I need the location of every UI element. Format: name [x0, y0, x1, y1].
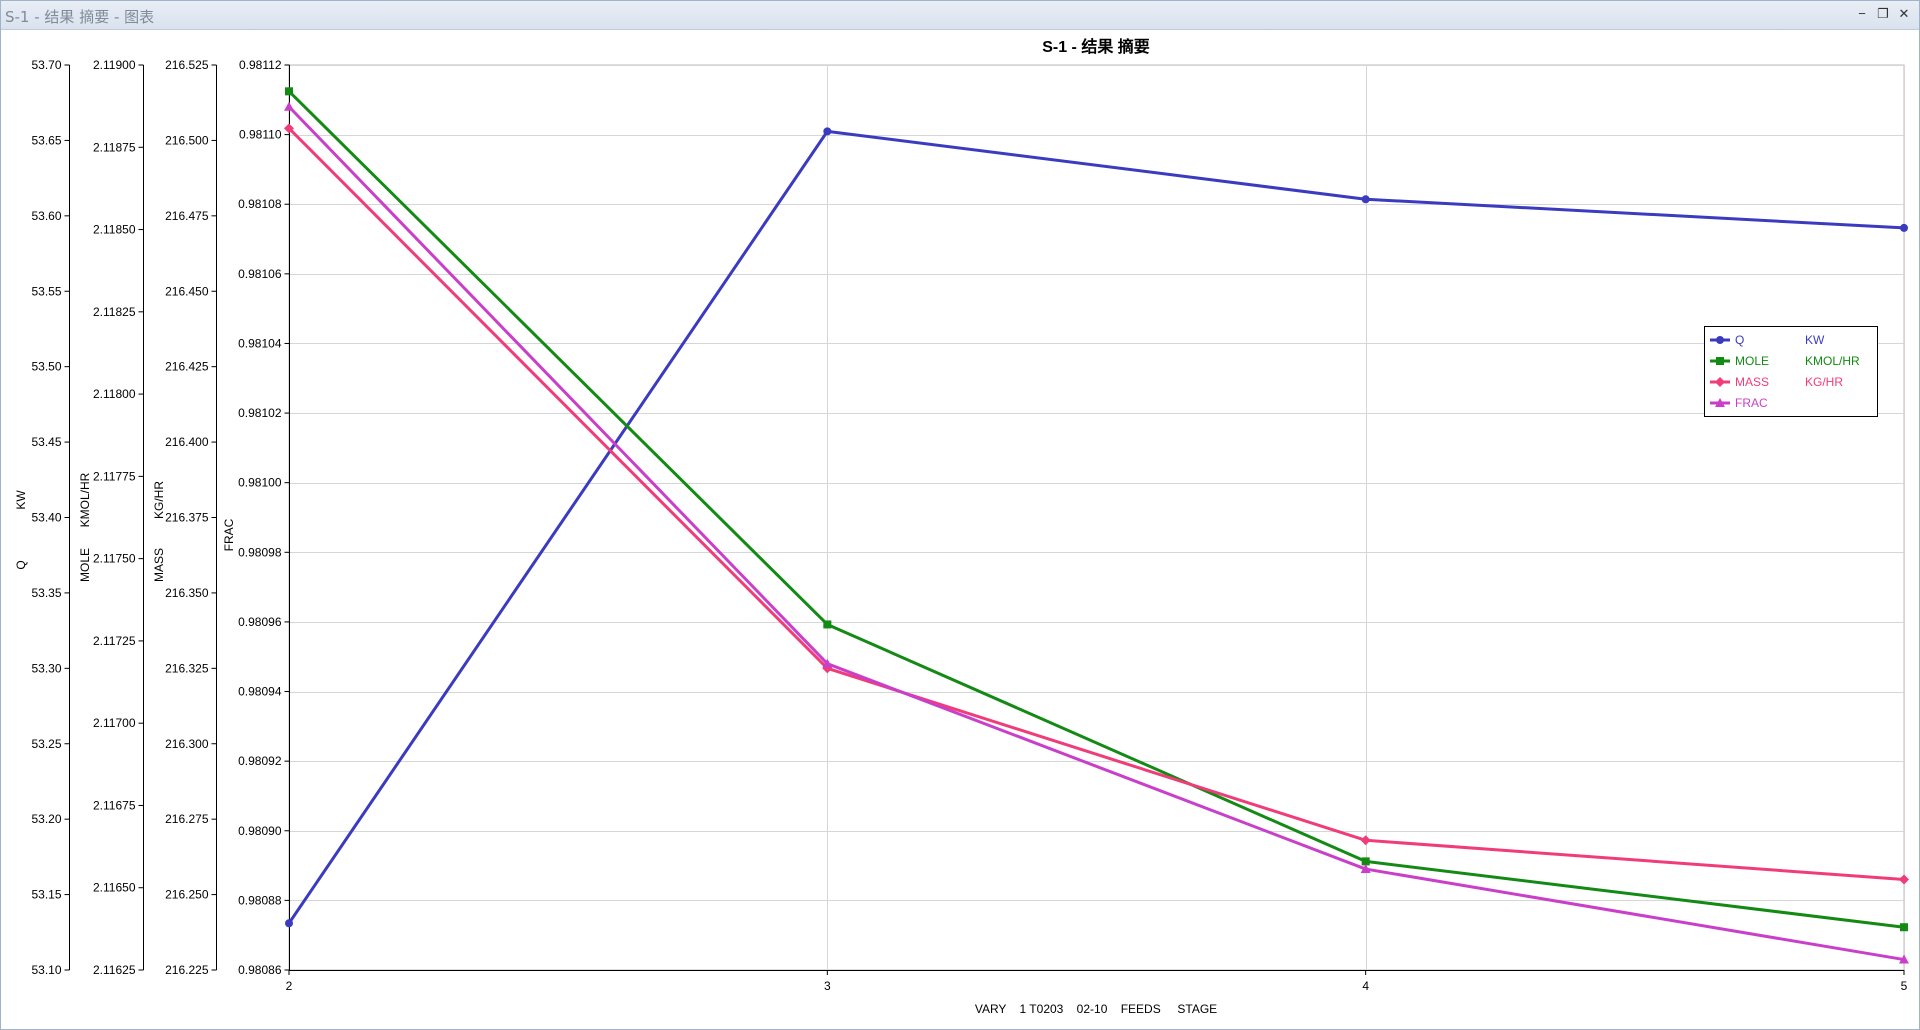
y-tick-label: 216.400 — [165, 435, 209, 449]
data-point-square — [285, 87, 293, 96]
y-tick-label: 0.98098 — [238, 545, 282, 559]
y-tick-label: 53.45 — [31, 435, 61, 449]
legend-label: MOLE — [1735, 354, 1769, 368]
title-bar[interactable]: S-1 - 结果 摘要 - 图表 − ❐ ✕ — [1, 1, 1919, 30]
y-tick-label: 2.11900 — [93, 58, 136, 72]
y-tick-label: 2.11750 — [93, 552, 136, 566]
y-tick-label: 0.98108 — [238, 197, 282, 211]
y-tick-label: 216.275 — [165, 812, 209, 826]
legend-unit: KMOL/HR — [1805, 354, 1860, 368]
line-chart: 53.10 53.15 53.20 53.25 53.30 53.35 53.40 53.45… — [1, 30, 1919, 1029]
legend-unit: KW — [1805, 333, 1825, 347]
y-tick-label: 0.98086 — [238, 963, 282, 977]
y-axis-name-label: FRAC — [222, 518, 236, 551]
y-tick-label: 2.11625 — [93, 963, 136, 977]
data-point-circle — [1900, 223, 1908, 232]
y-tick-label: 216.300 — [165, 737, 209, 751]
y-tick-label: 0.98110 — [239, 128, 282, 142]
y-tick-label: 0.98112 — [239, 58, 282, 72]
close-button[interactable]: ✕ — [1895, 6, 1913, 22]
legend[interactable]: Q KW MOLE KMOL/HR MASS KG/HR FRAC — [1704, 326, 1878, 417]
y-tick-label: 53.40 — [31, 511, 61, 525]
y-axis-name-label: Q — [14, 560, 28, 569]
y-tick-label: 53.20 — [31, 812, 61, 826]
data-point-square — [1900, 923, 1908, 932]
legend-unit: KG/HR — [1805, 375, 1843, 389]
y-tick-label: 216.325 — [165, 661, 209, 675]
y-tick-label: 2.11850 — [93, 223, 136, 237]
y-tick-label: 216.425 — [165, 360, 209, 374]
y-tick-label: 53.10 — [31, 963, 61, 977]
y-tick-label: 2.11675 — [93, 798, 136, 812]
y-axis-unit-label: KMOL/HR — [78, 472, 92, 527]
restore-button[interactable]: ❐ — [1874, 6, 1892, 22]
minimize-button[interactable]: − — [1853, 6, 1871, 22]
y-tick-label: 216.225 — [165, 963, 209, 977]
y-tick-label: 53.60 — [31, 209, 61, 223]
chart-title: S-1 - 结果 摘要 — [1042, 37, 1150, 56]
y-tick-label: 216.475 — [165, 209, 209, 223]
y-tick-label: 53.35 — [31, 586, 61, 600]
y-tick-label: 53.65 — [31, 133, 61, 147]
y-axis-name-label: MASS — [152, 548, 166, 582]
y-tick-label: 216.375 — [165, 511, 209, 525]
y-tick-label: 0.98092 — [238, 754, 282, 768]
y-tick-label: 216.250 — [165, 888, 209, 902]
y-tick-label: 2.11725 — [93, 634, 136, 648]
y-axis-name-label: MOLE — [78, 548, 92, 582]
y-tick-label: 0.98106 — [238, 267, 282, 281]
y-axis-unit-label: KW — [14, 490, 28, 510]
y-tick-label: 216.350 — [165, 586, 209, 600]
y-tick-label: 2.11800 — [93, 387, 136, 401]
y-tick-label: 216.500 — [165, 133, 209, 147]
y-tick-label: 2.11775 — [93, 469, 136, 483]
y-tick-label: 53.25 — [31, 737, 61, 751]
legend-label: FRAC — [1735, 396, 1768, 410]
y-tick-label: 53.70 — [31, 58, 61, 72]
y-tick-label: 0.98096 — [238, 615, 282, 629]
x-tick-label: 2 — [286, 979, 293, 993]
window-title: S-1 - 结果 摘要 - 图表 — [5, 8, 155, 26]
y-tick-label: 0.98102 — [238, 406, 282, 420]
legend-label: Q — [1735, 333, 1744, 347]
y-tick-label: 0.98100 — [238, 476, 282, 490]
y-tick-label: 2.11825 — [93, 305, 136, 319]
y-tick-label: 216.525 — [165, 58, 209, 72]
data-point-circle — [1361, 195, 1370, 204]
y-axis-unit-label: KG/HR — [152, 481, 166, 519]
data-point-circle — [285, 919, 293, 928]
data-point-square — [1716, 357, 1724, 365]
y-tick-label: 0.98094 — [238, 685, 282, 699]
y-tick-label: 216.450 — [165, 284, 209, 298]
x-axis-title: VARY 1 T0203 02-10 FEEDS STAGE — [975, 1002, 1217, 1016]
y-tick-label: 53.15 — [31, 888, 61, 902]
legend-box — [1704, 326, 1878, 417]
x-tick-label: 5 — [1901, 979, 1908, 993]
data-point-circle — [1716, 336, 1724, 344]
y-tick-label: 0.98104 — [238, 336, 282, 350]
y-tick-label: 2.11700 — [93, 716, 136, 730]
y-tick-label: 0.98088 — [238, 893, 282, 907]
y-tick-label: 2.11650 — [93, 881, 136, 895]
y-tick-label: 53.50 — [31, 360, 61, 374]
legend-label: MASS — [1735, 375, 1769, 389]
data-point-circle — [823, 127, 832, 136]
y-tick-label: 2.11875 — [93, 140, 136, 154]
data-point-square — [823, 620, 832, 629]
x-tick-label: 3 — [824, 979, 831, 993]
chart-window: S-1 - 结果 摘要 - 图表 − ❐ ✕ 53.10 53.15 53.20 53… — [0, 0, 1920, 1030]
y-tick-label: 53.55 — [31, 284, 61, 298]
x-tick-label: 4 — [1362, 979, 1369, 993]
y-tick-label: 53.30 — [31, 661, 61, 675]
y-tick-label: 0.98090 — [238, 824, 282, 838]
